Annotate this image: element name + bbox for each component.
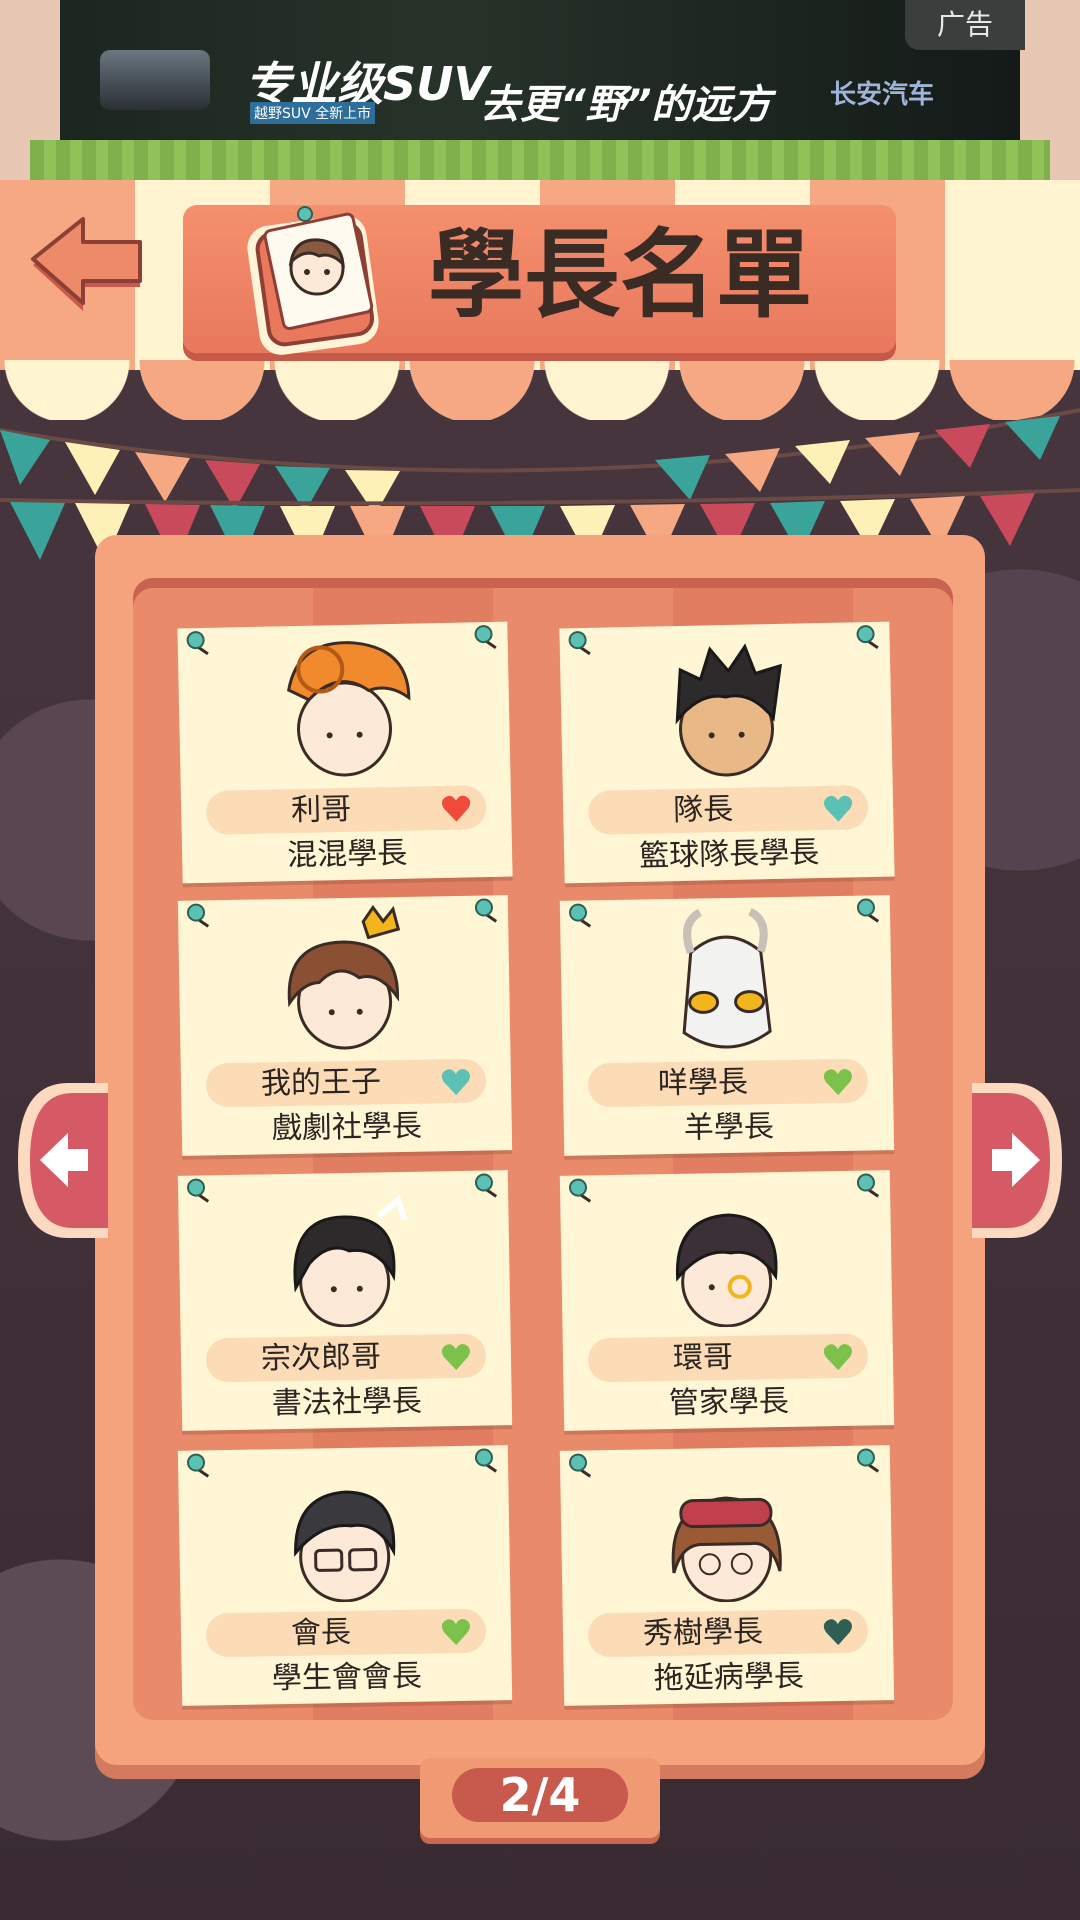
senior-nickname: 宗次郎哥 bbox=[260, 1339, 382, 1377]
senior-nickname: 隊長 bbox=[672, 791, 734, 829]
grass-border bbox=[30, 140, 1050, 180]
pin-icon bbox=[474, 897, 500, 923]
ad-banner[interactable]: 专业级SUV 去更“野”的远方 越野SUV 全新上市 长安汽车 广告 bbox=[60, 0, 1025, 150]
ad-banner-area: 专业级SUV 去更“野”的远方 越野SUV 全新上市 长安汽车 广告 bbox=[0, 0, 1080, 180]
pin-icon bbox=[856, 1447, 882, 1473]
pin-icon bbox=[474, 1447, 500, 1473]
senior-card[interactable]: 會長學生會會長 bbox=[177, 1445, 513, 1706]
pin-icon bbox=[856, 1172, 882, 1198]
heart-icon bbox=[441, 1068, 471, 1097]
pin-icon bbox=[567, 630, 594, 657]
pin-icon bbox=[568, 902, 594, 928]
ad-label: 广告 bbox=[905, 0, 1025, 50]
senior-card[interactable]: 我的王子戲劇社學長 bbox=[177, 895, 513, 1156]
pin-icon bbox=[474, 1172, 500, 1198]
crown-brown-hair-portrait-icon bbox=[287, 904, 401, 1050]
pin-icon bbox=[568, 1177, 594, 1203]
pin-icon bbox=[186, 1452, 212, 1478]
heart-icon bbox=[823, 794, 854, 823]
senior-role: 籃球隊長學長 bbox=[638, 835, 820, 874]
senior-role: 混混學長 bbox=[286, 835, 408, 874]
ad-brand: 长安汽车 bbox=[830, 80, 935, 110]
senior-nickname: 咩學長 bbox=[657, 1064, 749, 1102]
glasses-dark-hair-portrait-icon bbox=[294, 1490, 396, 1603]
ad-slogan: 去更“野”的远方 bbox=[480, 82, 772, 128]
pin-icon bbox=[186, 1177, 212, 1203]
pin-icon bbox=[185, 630, 212, 657]
pin-icon bbox=[568, 1452, 594, 1478]
heart-icon bbox=[441, 794, 472, 823]
back-button[interactable] bbox=[28, 215, 148, 320]
senior-card[interactable]: 環哥管家學長 bbox=[559, 1170, 895, 1431]
senior-role: 學生會會長 bbox=[271, 1658, 423, 1697]
pin-icon bbox=[856, 897, 882, 923]
portrait-cards-icon bbox=[235, 200, 390, 360]
page-title: 學長名單 bbox=[428, 219, 812, 331]
sleep-mask-brown-hair-portrait-icon bbox=[671, 1496, 782, 1603]
senior-card[interactable]: 隊長籃球隊長學長 bbox=[559, 621, 895, 884]
goat-head-portrait-icon bbox=[682, 907, 772, 1049]
senior-card[interactable]: 利哥混混學長 bbox=[177, 621, 513, 884]
senior-card[interactable]: 宗次郎哥書法社學長 bbox=[177, 1170, 513, 1431]
senior-nickname: 秀樹學長 bbox=[642, 1614, 764, 1652]
senior-role: 拖延病學長 bbox=[653, 1658, 805, 1697]
senior-nickname: 我的王子 bbox=[260, 1064, 382, 1102]
pin-icon bbox=[473, 624, 500, 651]
senior-nickname: 環哥 bbox=[672, 1339, 734, 1376]
senior-nickname: 會長 bbox=[290, 1614, 352, 1651]
arrow-left-icon bbox=[18, 1083, 108, 1238]
spiky-black-hair-portrait-icon bbox=[675, 643, 782, 777]
senior-card[interactable]: 咩學長羊學長 bbox=[559, 895, 895, 1156]
pin-icon bbox=[855, 624, 882, 651]
heart-icon bbox=[823, 1068, 853, 1097]
senior-role: 戲劇社學長 bbox=[271, 1108, 423, 1147]
senior-role: 羊學長 bbox=[683, 1109, 775, 1146]
pompadour-orange-hair-portrait-icon bbox=[287, 641, 411, 777]
ad-subline: 越野SUV 全新上市 bbox=[250, 102, 376, 124]
suv-car-icon bbox=[100, 50, 210, 110]
senior-card[interactable]: 秀樹學長拖延病學長 bbox=[559, 1445, 895, 1706]
prev-page-button[interactable] bbox=[18, 1083, 108, 1238]
monocle-dark-hair-portrait-icon bbox=[676, 1213, 778, 1328]
heart-icon bbox=[441, 1618, 471, 1647]
heart-icon bbox=[823, 1618, 853, 1647]
back-arrow-icon bbox=[31, 217, 142, 311]
next-page-button[interactable] bbox=[972, 1083, 1062, 1238]
senior-nickname: 利哥 bbox=[290, 791, 352, 829]
pin-icon bbox=[186, 902, 212, 928]
heart-icon bbox=[441, 1343, 471, 1372]
senior-role: 書法社學長 bbox=[271, 1383, 423, 1422]
heart-icon bbox=[823, 1343, 853, 1372]
topknot-black-hair-portrait-icon bbox=[293, 1194, 408, 1328]
arrow-right-icon bbox=[972, 1083, 1062, 1238]
senior-role: 管家學長 bbox=[668, 1383, 790, 1422]
page-number: 2/4 bbox=[499, 1768, 581, 1822]
